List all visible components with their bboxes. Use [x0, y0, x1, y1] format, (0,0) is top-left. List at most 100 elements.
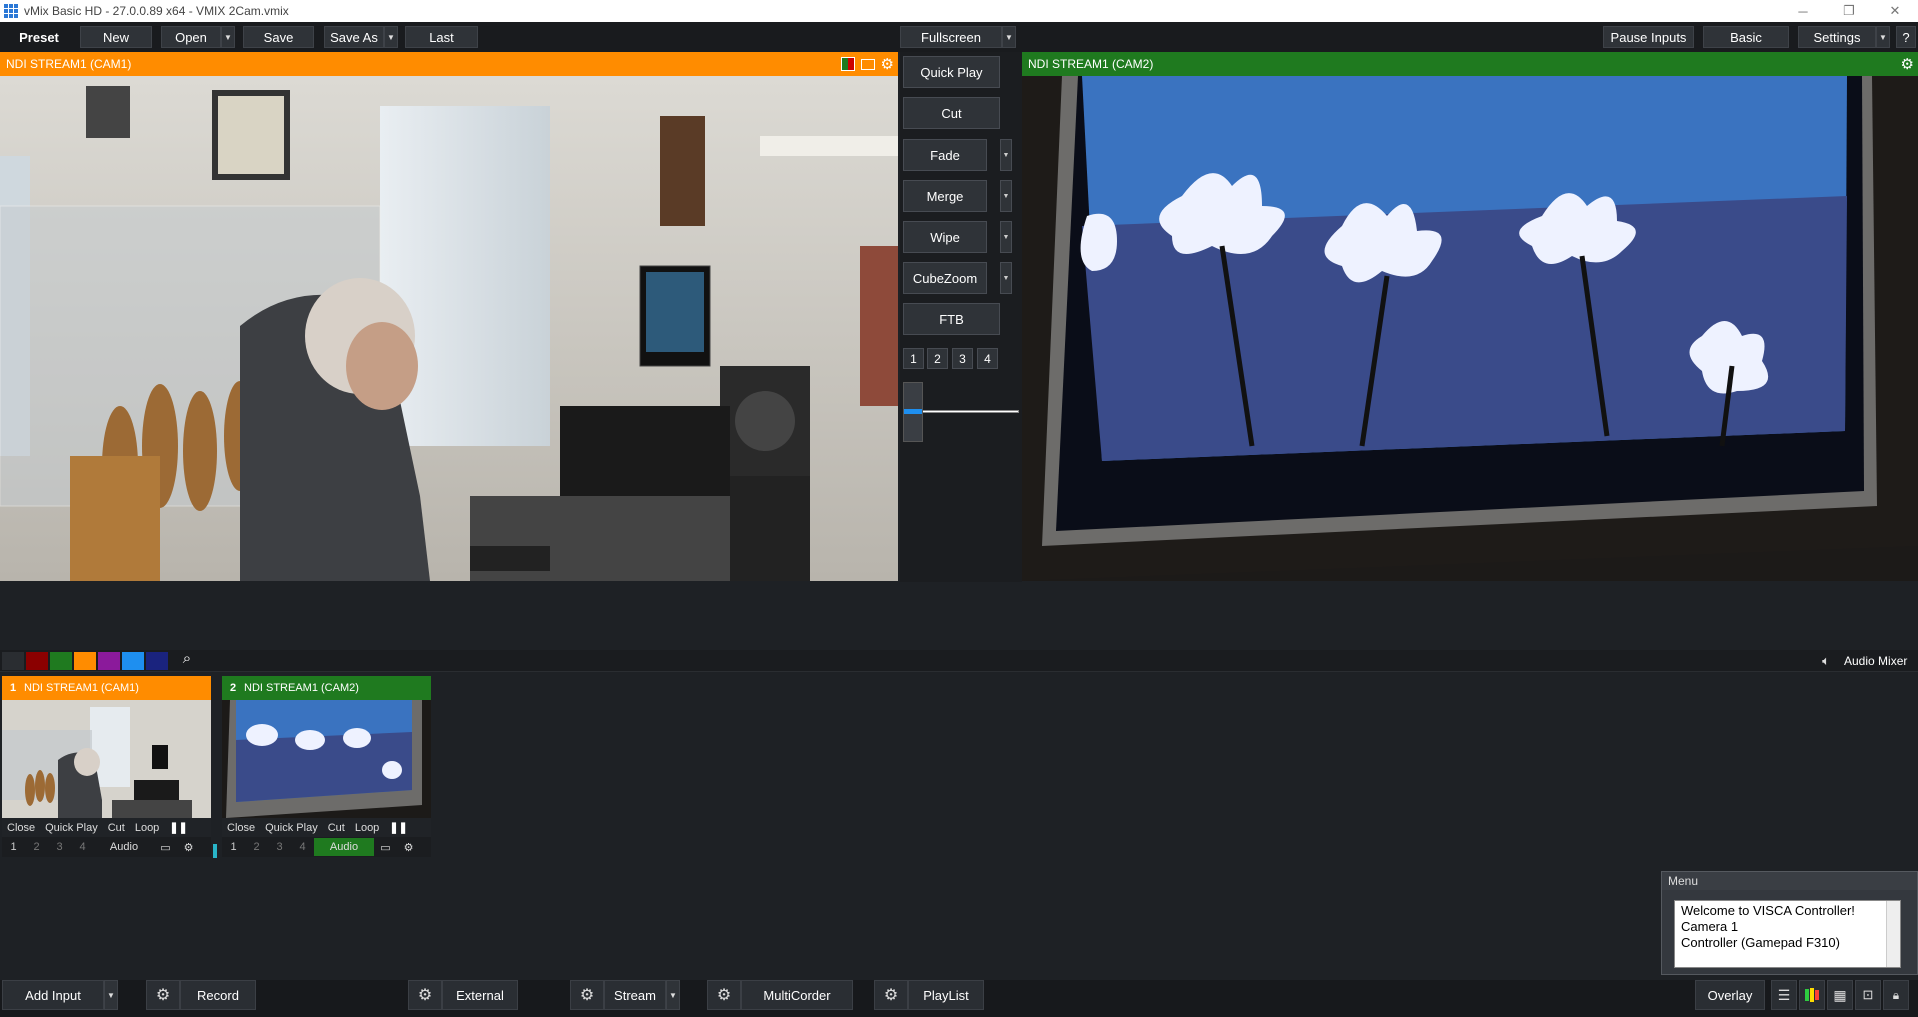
- save-as-dropdown-icon[interactable]: ▼: [384, 26, 398, 48]
- cut-button[interactable]: Cut: [903, 97, 1000, 129]
- transition-2-button[interactable]: 2: [927, 348, 948, 369]
- cubezoom-dropdown-icon[interactable]: ▼: [1000, 262, 1012, 294]
- gear-icon[interactable]: ⚙: [177, 841, 200, 854]
- help-button[interactable]: ?: [1896, 26, 1916, 48]
- input-1-close-button[interactable]: Close: [2, 822, 40, 834]
- color-filter-blue[interactable]: [122, 652, 144, 670]
- audio-mixer-button[interactable]: Audio Mixer: [1844, 654, 1907, 668]
- external-settings-gear-icon[interactable]: ⚙: [408, 980, 442, 1010]
- stream-dropdown-icon[interactable]: ▼: [666, 980, 680, 1010]
- input-1-overlay-2[interactable]: 2: [25, 841, 48, 853]
- input-1-loop-button[interactable]: Loop: [130, 822, 164, 834]
- fade-dropdown-icon[interactable]: ▼: [1000, 139, 1012, 171]
- input-2-loop-button[interactable]: Loop: [350, 822, 384, 834]
- search-icon[interactable]: ⌕: [176, 650, 198, 672]
- color-filter-red[interactable]: [26, 652, 48, 670]
- external-button[interactable]: External: [442, 980, 518, 1010]
- open-dropdown-icon[interactable]: ▼: [221, 26, 235, 48]
- record-settings-gear-icon[interactable]: ⚙: [146, 980, 180, 1010]
- input-1-cut-button[interactable]: Cut: [103, 822, 130, 834]
- playlist-button[interactable]: PlayList: [908, 980, 984, 1010]
- add-input-button[interactable]: Add Input: [2, 980, 104, 1010]
- input-1-overlay-3[interactable]: 3: [48, 841, 71, 853]
- input-1-overlay-1[interactable]: 1: [2, 841, 25, 853]
- wipe-button[interactable]: Wipe: [903, 221, 987, 253]
- input-card-1[interactable]: 1 NDI STREAM1 (CAM1) Close Quick Play Cu…: [2, 676, 211, 860]
- color-filter-orange[interactable]: [74, 652, 96, 670]
- gear-icon[interactable]: ⚙: [1901, 55, 1914, 73]
- list-icon[interactable]: ☰: [1771, 980, 1797, 1010]
- monitor-icon[interactable]: ▭: [154, 841, 177, 854]
- input-2-cut-button[interactable]: Cut: [323, 822, 350, 834]
- save-as-button[interactable]: Save As: [324, 26, 384, 48]
- stream-button[interactable]: Stream: [604, 980, 666, 1010]
- display-icon[interactable]: [860, 58, 875, 70]
- close-button[interactable]: ✕: [1872, 3, 1918, 19]
- input-2-thumbnail[interactable]: [222, 700, 431, 818]
- add-input-dropdown-icon[interactable]: ▼: [104, 980, 118, 1010]
- gear-icon[interactable]: ⚙: [881, 55, 894, 73]
- preset-label[interactable]: Preset: [4, 26, 74, 48]
- playlist-settings-gear-icon[interactable]: ⚙: [874, 980, 908, 1010]
- multicorder-button[interactable]: MultiCorder: [741, 980, 853, 1010]
- preview-pane[interactable]: NDI STREAM1 (CAM1) ⚙: [0, 52, 898, 581]
- input-2-overlay-2[interactable]: 2: [245, 841, 268, 853]
- input-2-header[interactable]: 2 NDI STREAM1 (CAM2): [222, 676, 431, 700]
- color-filter-purple[interactable]: [98, 652, 120, 670]
- transition-1-button[interactable]: 1: [903, 348, 924, 369]
- ftb-button[interactable]: FTB: [903, 303, 1000, 335]
- quick-play-button[interactable]: Quick Play: [903, 56, 1000, 88]
- save-button[interactable]: Save: [243, 26, 314, 48]
- input-1-thumbnail[interactable]: [2, 700, 211, 818]
- minimize-button[interactable]: ─: [1780, 4, 1826, 19]
- fullscreen-button[interactable]: Fullscreen: [900, 26, 1002, 48]
- color-filter-navy[interactable]: [146, 652, 168, 670]
- color-picker-icon[interactable]: [840, 57, 855, 71]
- basic-button[interactable]: Basic: [1703, 26, 1789, 48]
- output-pane[interactable]: NDI STREAM1 (CAM2) ⚙: [1022, 52, 1918, 581]
- cubezoom-button[interactable]: CubeZoom: [903, 262, 987, 294]
- input-1-header[interactable]: 1 NDI STREAM1 (CAM1): [2, 676, 211, 700]
- color-filter-none[interactable]: [2, 652, 24, 670]
- input-2-overlay-3[interactable]: 3: [268, 841, 291, 853]
- record-button[interactable]: Record: [180, 980, 256, 1010]
- overlay-button[interactable]: Overlay: [1695, 980, 1765, 1010]
- input-2-close-button[interactable]: Close: [222, 822, 260, 834]
- screenshot-icon[interactable]: ⊡: [1855, 980, 1881, 1010]
- open-button[interactable]: Open: [161, 26, 221, 48]
- transition-3-button[interactable]: 3: [952, 348, 973, 369]
- input-1-quick-play-button[interactable]: Quick Play: [40, 822, 103, 834]
- input-1-audio-button[interactable]: Audio: [94, 841, 154, 853]
- settings-dropdown-icon[interactable]: ▼: [1876, 26, 1890, 48]
- menu-scrollbar[interactable]: [1886, 901, 1900, 967]
- pause-icon[interactable]: ❚❚: [384, 821, 412, 834]
- pause-inputs-button[interactable]: Pause Inputs: [1603, 26, 1694, 48]
- multicorder-settings-gear-icon[interactable]: ⚙: [707, 980, 741, 1010]
- wipe-dropdown-icon[interactable]: ▼: [1000, 221, 1012, 253]
- transition-4-button[interactable]: 4: [977, 348, 998, 369]
- stream-settings-gear-icon[interactable]: ⚙: [570, 980, 604, 1010]
- fade-button[interactable]: Fade: [903, 139, 987, 171]
- fullscreen-dropdown-icon[interactable]: ▼: [1002, 26, 1016, 48]
- input-1-overlay-4[interactable]: 4: [71, 841, 94, 853]
- input-2-overlay-1[interactable]: 1: [222, 841, 245, 853]
- input-2-quick-play-button[interactable]: Quick Play: [260, 822, 323, 834]
- gear-icon[interactable]: ⚙: [397, 841, 420, 854]
- speaker-icon[interactable]: 🔈︎: [1814, 650, 1838, 672]
- grid-icon[interactable]: ▦: [1827, 980, 1853, 1010]
- pause-icon[interactable]: ❚❚: [164, 821, 192, 834]
- last-button[interactable]: Last: [405, 26, 478, 48]
- t-bar-handle[interactable]: [903, 382, 923, 442]
- menu-message-box[interactable]: Welcome to VISCA Controller! Camera 1 Co…: [1674, 900, 1901, 968]
- audio-levels-icon[interactable]: [1799, 980, 1825, 1010]
- new-button[interactable]: New: [80, 26, 152, 48]
- merge-button[interactable]: Merge: [903, 180, 987, 212]
- input-2-audio-button[interactable]: Audio: [314, 838, 374, 856]
- input-card-2[interactable]: 2 NDI STREAM1 (CAM2) Close Quick Play Cu…: [222, 676, 431, 860]
- merge-dropdown-icon[interactable]: ▼: [1000, 180, 1012, 212]
- input-2-overlay-4[interactable]: 4: [291, 841, 314, 853]
- maximize-button[interactable]: ❐: [1826, 3, 1872, 19]
- lock-icon[interactable]: 🔒︎: [1883, 980, 1909, 1010]
- color-filter-green[interactable]: [50, 652, 72, 670]
- settings-button[interactable]: Settings: [1798, 26, 1876, 48]
